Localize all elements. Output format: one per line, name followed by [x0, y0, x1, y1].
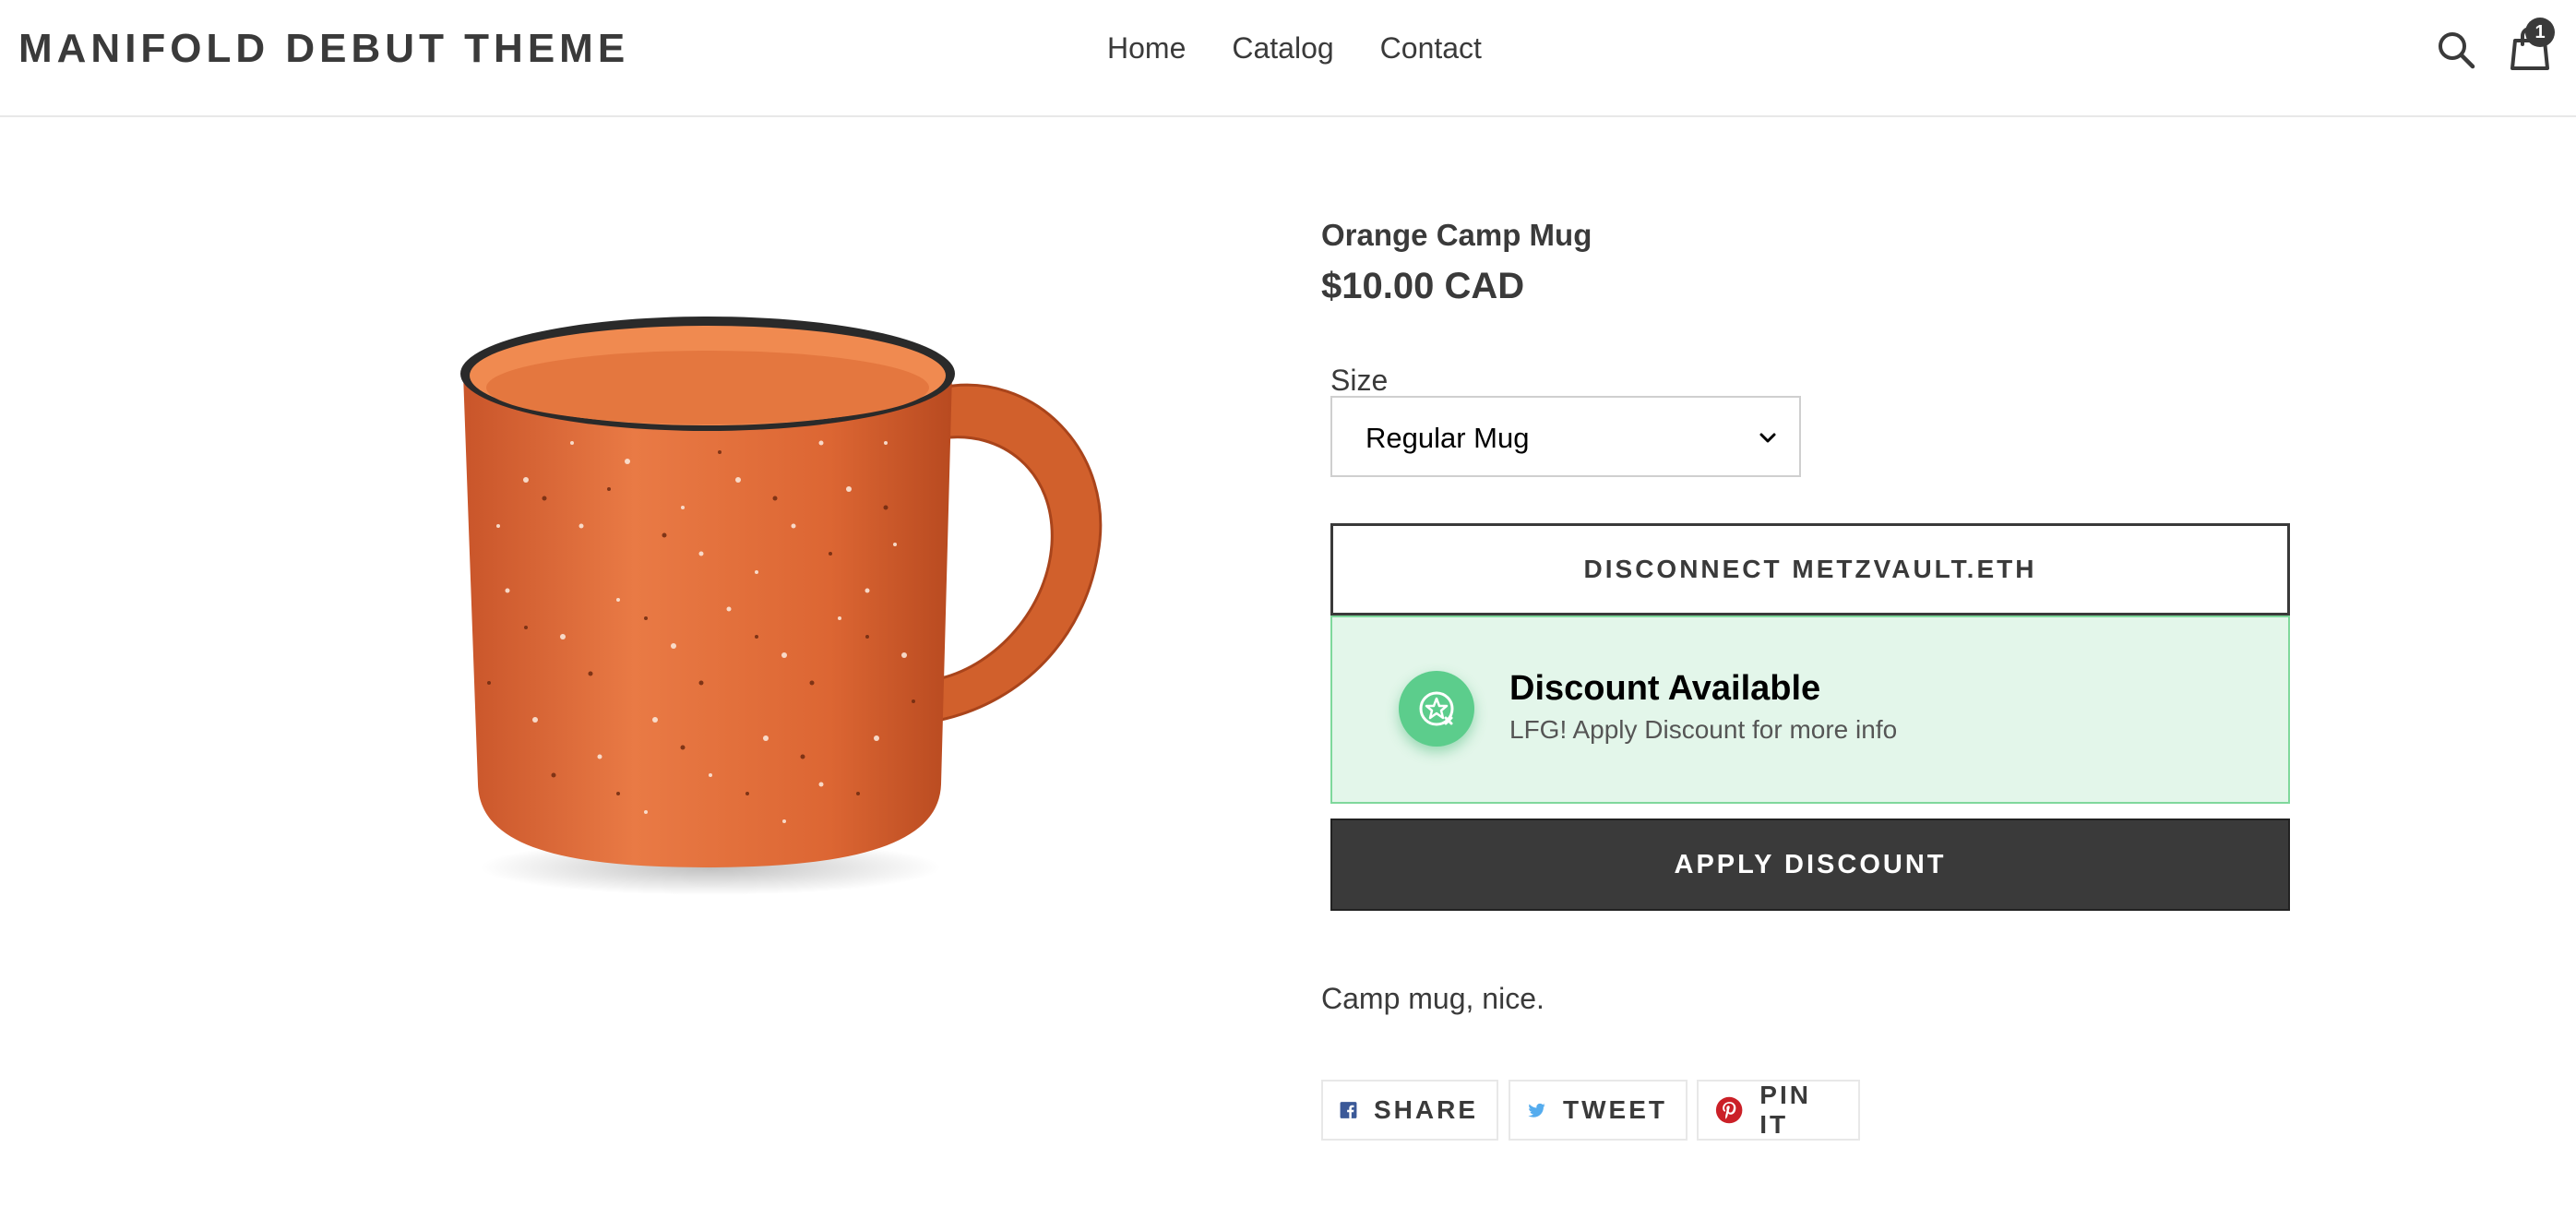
discount-badge-icon — [1399, 671, 1474, 747]
discount-title: Discount Available — [1509, 669, 1821, 708]
twitter-icon — [1528, 1103, 1545, 1117]
chevron-down-icon — [1759, 433, 1776, 443]
nav-home[interactable]: Home — [1107, 31, 1186, 66]
nav-contact[interactable]: Contact — [1380, 31, 1482, 66]
facebook-icon — [1340, 1102, 1357, 1118]
share-facebook-label: SHARE — [1373, 1095, 1478, 1124]
apply-discount-button[interactable]: APPLY DISCOUNT — [1330, 819, 2290, 911]
cart-count-badge: 1 — [2525, 18, 2555, 47]
size-select-value: Regular Mug — [1366, 422, 1530, 454]
discount-subtitle: LFG! Apply Discount for more info — [1509, 715, 1898, 744]
disconnect-wallet-button[interactable]: DISCONNECT METZVAULT.ETH — [1330, 523, 2290, 616]
site-logo[interactable]: MANIFOLD DEBUT THEME — [18, 26, 629, 72]
share-pinterest-button[interactable]: PIN IT — [1697, 1080, 1860, 1141]
search-icon[interactable] — [2436, 30, 2476, 70]
pinterest-icon — [1715, 1096, 1743, 1124]
share-twitter-label: TWEET — [1563, 1095, 1667, 1124]
discount-panel: Discount Available LFG! Apply Discount f… — [1330, 616, 2290, 804]
main-nav: Home Catalog Contact — [1107, 31, 1482, 66]
share-facebook-button[interactable]: SHARE — [1321, 1080, 1498, 1141]
share-twitter-button[interactable]: TWEET — [1509, 1080, 1688, 1141]
product-image-mug[interactable] — [388, 221, 1163, 997]
site-header: MANIFOLD DEBUT THEME Home Catalog Contac… — [0, 0, 2576, 117]
size-select[interactable]: Regular Mug — [1330, 396, 1801, 477]
share-pinterest-label: PIN IT — [1759, 1081, 1811, 1139]
product-description: Camp mug, nice. — [1321, 982, 1544, 1015]
product-price: $10.00 CAD — [1321, 266, 1525, 306]
nav-catalog[interactable]: Catalog — [1232, 31, 1333, 66]
size-label: Size — [1330, 364, 1389, 397]
product-title: Orange Camp Mug — [1321, 218, 1592, 252]
